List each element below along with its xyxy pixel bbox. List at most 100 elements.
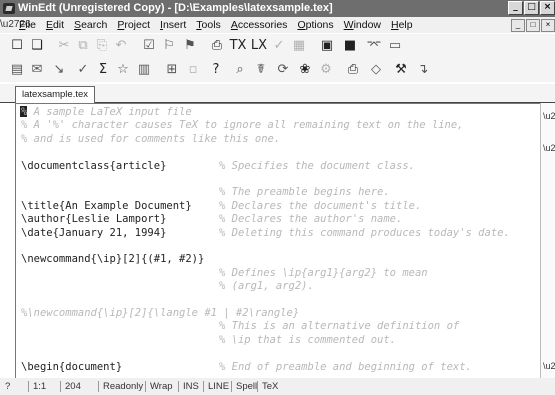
open-icon[interactable]: ❑ xyxy=(28,37,46,55)
comment-line: % Declares the document's title. xyxy=(219,199,422,212)
tex-icon[interactable]: TX xyxy=(229,37,247,55)
window-icon[interactable]: ▭ xyxy=(386,37,404,55)
comment-line: % The preamble begins here. xyxy=(219,186,390,199)
print-icon[interactable]: ✉ xyxy=(28,61,46,79)
window-title: WinEdt (Unregistered Copy) - [D:\Example… xyxy=(18,2,333,14)
document-menu-icon[interactable]: \u2726 xyxy=(0,17,31,33)
spell-icon[interactable]: ✓ xyxy=(270,37,288,55)
status-separator xyxy=(203,381,204,392)
menu-accessories[interactable]: Accessories xyxy=(226,17,293,33)
status-line[interactable]: LINE xyxy=(208,378,229,395)
view-icon[interactable]: ⌤ xyxy=(365,37,383,55)
status-tex[interactable]: TeX xyxy=(262,378,278,395)
status-separator xyxy=(178,381,179,392)
main-toolbar: ☐ ❑ ✂ ⧉ ⎘ ↶ ☑ ⚐ ⚑ ⎙ TX LX ✓ ▦ ▣ ■ ⌤ ▭ xyxy=(0,34,555,58)
code-line: \author{Leslie Lamport} xyxy=(21,213,167,226)
cut-icon[interactable]: ✂ xyxy=(55,37,73,55)
status-separator xyxy=(145,381,146,392)
doc-close-button[interactable]: × xyxy=(541,19,555,32)
spell-check-icon[interactable]: ✓ xyxy=(74,61,92,79)
menu-tools[interactable]: Tools xyxy=(191,17,226,33)
status-separator xyxy=(257,381,258,392)
vertical-scrollbar[interactable]: \u2013 \u2013 \u25be xyxy=(540,103,555,378)
status-spell[interactable]: Spell xyxy=(236,378,257,395)
comment-line: % A sample LaTeX input file xyxy=(21,106,192,118)
sigma-icon[interactable]: Σ xyxy=(94,61,112,79)
dvi-icon[interactable]: ⟳ xyxy=(274,61,292,79)
comment-line: % Defines \ip{arg1}{arg2} to mean xyxy=(219,266,428,279)
code-line: \title{An Example Document} xyxy=(21,199,192,212)
accent-icon[interactable]: ☆ xyxy=(114,61,132,79)
close-button[interactable]: × xyxy=(540,1,555,15)
status-char-count[interactable]: 204 xyxy=(65,378,81,395)
status-position[interactable]: 1:1 xyxy=(33,378,46,395)
new-icon[interactable]: ☐ xyxy=(8,37,26,55)
text-editor[interactable]: % A sample LaTeX input file% A '%' chara… xyxy=(15,103,541,379)
tab-latexsample[interactable]: latexsample.tex xyxy=(15,86,96,103)
menu-options[interactable]: Options xyxy=(292,17,338,33)
code-line: \begin{document} xyxy=(21,360,123,373)
replace-icon[interactable]: ⚑ xyxy=(181,37,199,55)
code-line: \date{January 21, 1994} xyxy=(21,226,167,239)
maximize-button[interactable]: □ xyxy=(524,1,539,15)
status-separator xyxy=(28,381,29,392)
undo-icon[interactable]: ↶ xyxy=(112,37,130,55)
minimize-button[interactable]: _ xyxy=(508,1,523,15)
scroll-up-icon[interactable]: \u2013 xyxy=(543,111,555,121)
binoculars-icon[interactable]: ⌕ xyxy=(231,61,249,79)
save-icon[interactable]: ▤ xyxy=(8,61,26,79)
arrow-icon[interactable]: ↘ xyxy=(50,61,68,79)
compile-icon[interactable]: ⎙ xyxy=(208,37,226,55)
shape-icon[interactable]: ◇ xyxy=(367,61,385,79)
dvips-icon[interactable]: ❀ xyxy=(296,61,314,79)
menu-project[interactable]: Project xyxy=(112,17,155,33)
grid-icon[interactable]: ▦ xyxy=(290,37,308,55)
menu-window[interactable]: Window xyxy=(339,17,386,33)
table-icon[interactable]: ▥ xyxy=(135,61,153,79)
status-wrap[interactable]: Wrap xyxy=(150,378,173,395)
title-bar: WinEdt (Unregistered Copy) - [D:\Example… xyxy=(0,0,555,17)
latex-icon[interactable]: LX xyxy=(250,37,268,55)
menu-help[interactable]: Help xyxy=(386,17,418,33)
doc-minimize-button[interactable]: _ xyxy=(511,19,525,32)
comment-line: % Deleting this command produces today's… xyxy=(219,226,510,239)
comment-line: % Declares the author's name. xyxy=(219,213,403,226)
paste-icon[interactable]: ⎘ xyxy=(93,37,111,55)
tree-icon[interactable]: ■ xyxy=(341,37,359,55)
matrix-icon[interactable]: ⊞ xyxy=(163,61,181,79)
comment-line: % Specifies the document class. xyxy=(219,159,415,172)
status-readonly[interactable]: Readonly xyxy=(103,378,143,395)
project-icon[interactable]: ▣ xyxy=(318,37,336,55)
menu-file[interactable]: File xyxy=(14,17,41,33)
box-icon[interactable]: ▫ xyxy=(184,61,202,79)
tools-icon[interactable]: ⚒ xyxy=(392,61,410,79)
menu-insert[interactable]: Insert xyxy=(155,17,191,33)
copy-icon[interactable]: ⧉ xyxy=(74,37,92,55)
status-separator xyxy=(98,381,99,392)
comment-line: %\newcommand{\ip}[2]{\langle #1 | #2\ran… xyxy=(21,307,300,319)
find-icon[interactable]: ⚐ xyxy=(160,37,178,55)
printer-icon[interactable]: ⎙ xyxy=(344,61,362,79)
gsview-icon[interactable]: ⚙ xyxy=(317,61,335,79)
status-separator xyxy=(231,381,232,392)
comment-line: % and is used for comments like this one… xyxy=(21,132,281,145)
yap-icon[interactable]: ☤ xyxy=(252,61,270,79)
scroll-down-icon[interactable]: \u25be xyxy=(543,361,555,371)
menu-edit[interactable]: Edit xyxy=(41,17,69,33)
code-line: \newcommand{\ip}[2]{(#1, #2)} xyxy=(21,253,205,266)
bookmark-icon[interactable]: ☑ xyxy=(140,37,158,55)
status-bar: ? 1:1 204 Readonly Wrap INS LINE Spell TeX xyxy=(0,378,555,395)
menu-search[interactable]: Search xyxy=(69,17,112,33)
doc-restore-button[interactable]: □ xyxy=(526,19,540,32)
window-controls: _ □ × xyxy=(508,1,555,15)
status-ins[interactable]: INS xyxy=(183,378,199,395)
winedt-app-icon[interactable] xyxy=(3,3,15,14)
comment-line: % End of preamble and beginning of text. xyxy=(219,360,472,373)
fold-icon[interactable]: ↴ xyxy=(414,61,432,79)
comment-line: % (arg1, arg2). xyxy=(219,280,314,293)
help-icon[interactable]: ? xyxy=(207,61,225,79)
status-help[interactable]: ? xyxy=(5,378,10,395)
document-window-controls: _ □ × xyxy=(511,19,555,32)
comment-line: % \ip that is commented out. xyxy=(219,333,397,346)
scroll-thumb[interactable]: \u2013 xyxy=(543,143,555,153)
